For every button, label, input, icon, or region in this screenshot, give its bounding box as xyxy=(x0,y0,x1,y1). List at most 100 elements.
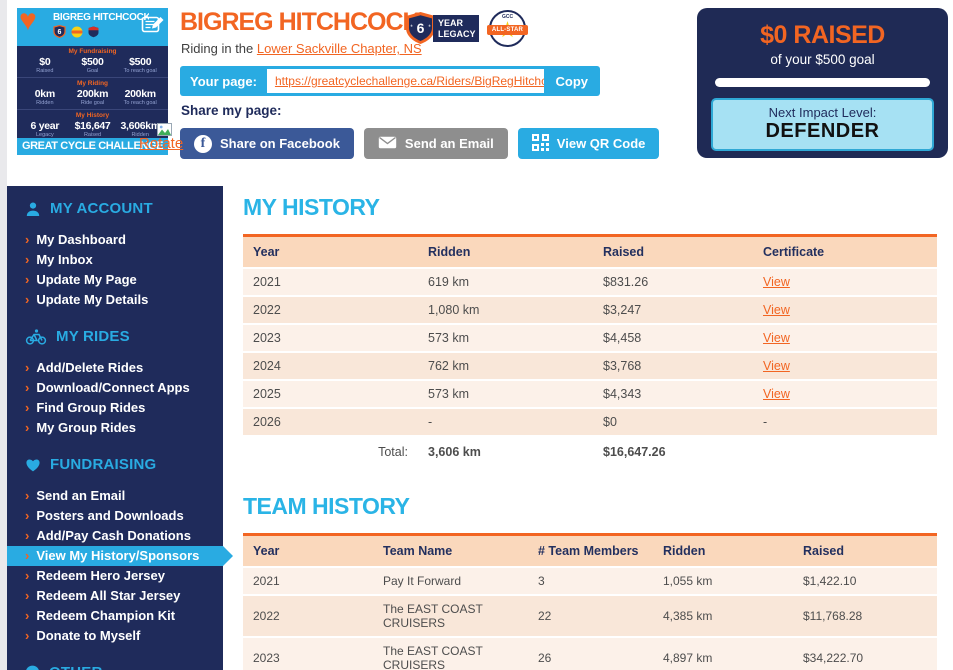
table-cell: 2026 xyxy=(243,408,418,436)
my-history-table: YearRiddenRaisedCertificate2021619 km$83… xyxy=(243,234,937,469)
sidebar-item-my-inbox[interactable]: ›My Inbox xyxy=(7,250,223,270)
profile-stat-section: My Riding0kmRidden200kmRide goal200kmTo … xyxy=(17,77,168,109)
table-cell: View xyxy=(753,324,937,352)
profile-card-name: BIGREG HITCHCOCK xyxy=(53,12,149,23)
view-certificate-link[interactable]: View xyxy=(763,331,790,345)
sidebar-item-label: Send an Email xyxy=(36,488,125,504)
sidebar-item-label: Update My Details xyxy=(36,292,148,308)
sidebar-item-label: Redeem Hero Jersey xyxy=(36,568,165,584)
chevron-right-icon: › xyxy=(25,588,29,604)
view-certificate-link[interactable]: View xyxy=(763,303,790,317)
cell-text: $3,768 xyxy=(603,359,641,373)
sidebar-item-posters-and-downloads[interactable]: ›Posters and Downloads xyxy=(7,506,223,526)
profile-stat-caption: Raised xyxy=(21,68,69,74)
sidebar-item-label: Update My Page xyxy=(36,272,136,288)
sidebar-item-download-connect-apps[interactable]: ›Download/Connect Apps xyxy=(7,378,223,398)
profile-stat-caption: Ride goal xyxy=(69,100,117,106)
sidebar-item-label: Add/Pay Cash Donations xyxy=(36,528,191,544)
profile-stat-value: 200km xyxy=(116,88,164,100)
profile-card-header: ♥ BIGREG HITCHCOCK 6 xyxy=(17,8,168,46)
cell-text: 619 km xyxy=(428,275,469,289)
cell-text: 573 km xyxy=(428,331,469,345)
raised-panel: $0 RAISED of your $500 goal Next Impact … xyxy=(697,8,948,158)
rotate-link[interactable]: Rotate xyxy=(139,135,183,152)
column-header-ridden: Ridden xyxy=(418,236,593,269)
profile-stat-value: $500 xyxy=(116,56,164,68)
sidebar-item-add-pay-cash-donations[interactable]: › Add/Pay Cash Donations xyxy=(7,526,223,546)
sidebar-item-label: My Inbox xyxy=(36,252,92,268)
total-ridden: 3,606 km xyxy=(418,436,593,468)
chevron-right-icon: › xyxy=(25,488,29,504)
sidebar-item-donate-to-myself[interactable]: ›Donate to Myself xyxy=(7,626,223,646)
sidebar-item-send-an-email[interactable]: › Send an Email xyxy=(7,486,223,506)
table-cell: 1,080 km xyxy=(418,296,593,324)
sidebar-section-label: OTHER xyxy=(49,664,103,670)
cell-text: $4,458 xyxy=(603,331,641,345)
user-icon xyxy=(25,201,41,217)
view-qr-button[interactable]: View QR Code xyxy=(518,128,660,159)
sidebar-item-redeem-champion-kit[interactable]: ›Redeem Champion Kit xyxy=(7,606,223,626)
table-cell: $34,222.70 xyxy=(793,637,937,670)
sidebar-item-update-my-page[interactable]: ›Update My Page xyxy=(7,270,223,290)
table-cell: 762 km xyxy=(418,352,593,380)
sidebar-item-label: My Dashboard xyxy=(36,232,126,248)
send-email-button[interactable]: Send an Email xyxy=(364,128,508,159)
table-row: 2023573 km$4,458View xyxy=(243,324,937,352)
table-cell: The EAST COAST CRUISERS xyxy=(373,595,528,637)
table-cell: 4,897 km xyxy=(653,637,793,670)
sidebar-section-header: MY ACCOUNT xyxy=(25,200,223,217)
sidebar-section-label: FUNDRAISING xyxy=(50,456,156,473)
allstar-ribbon-label: ALL-STAR xyxy=(487,25,528,35)
sidebar-item-view-my-history-sponsors[interactable]: ›View My History/Sponsors xyxy=(7,546,223,566)
fundraising-progress-bar xyxy=(715,78,930,87)
heart-icon xyxy=(25,458,41,472)
profile-stat-caption: Ridden xyxy=(21,100,69,106)
page-url-link[interactable]: https://greatcyclechallenge.ca/Riders/Bi… xyxy=(275,74,544,88)
sidebar-item-label: View My History/Sponsors xyxy=(36,548,199,564)
sidebar-item-my-group-rides[interactable]: ›My Group Rides xyxy=(7,418,223,438)
view-certificate-link[interactable]: View xyxy=(763,275,790,289)
cell-text: $4,343 xyxy=(603,387,641,401)
sidebar-item-redeem-hero-jersey[interactable]: ›Redeem Hero Jersey xyxy=(7,566,223,586)
view-certificate-link[interactable]: View xyxy=(763,359,790,373)
sidebar-item-my-dashboard[interactable]: › My Dashboard xyxy=(7,230,223,250)
cell-text: 762 km xyxy=(428,359,469,373)
cell-text: $831.26 xyxy=(603,275,648,289)
table-cell: $4,458 xyxy=(593,324,753,352)
cell-text: 2024 xyxy=(253,359,281,373)
next-impact-box: Next Impact Level: DEFENDER xyxy=(711,98,934,151)
cell-text: 573 km xyxy=(428,387,469,401)
table-cell: 573 km xyxy=(418,324,593,352)
edit-card-icon[interactable] xyxy=(141,14,165,42)
table-cell: $1,422.10 xyxy=(793,567,937,595)
table-cell: $831.26 xyxy=(593,268,753,296)
cell-text: $0 xyxy=(603,415,617,429)
view-certificate-link[interactable]: View xyxy=(763,387,790,401)
profile-stat-caption: To reach goal xyxy=(116,100,164,106)
profile-stat: 0kmRidden xyxy=(21,88,69,106)
raised-goal-text: of your $500 goal xyxy=(697,52,948,67)
chevron-right-icon: › xyxy=(25,528,29,544)
sidebar-item-update-my-details[interactable]: › Update My Details xyxy=(7,290,223,310)
table-header-row: YearRiddenRaisedCertificate xyxy=(243,236,937,269)
chevron-right-icon: › xyxy=(25,292,29,308)
view-qr-label: View QR Code xyxy=(557,136,646,151)
table-cell: 2022 xyxy=(243,595,373,637)
chapter-link[interactable]: Lower Sackville Chapter, NS xyxy=(257,41,422,56)
left-edge-strip xyxy=(0,0,7,670)
sidebar-item-redeem-all-star-jersey[interactable]: ›Redeem All Star Jersey xyxy=(7,586,223,606)
chevron-right-icon: › xyxy=(25,232,29,248)
table-cell: View xyxy=(753,352,937,380)
column-header-certificate: Certificate xyxy=(753,236,937,269)
profile-stat-value: 6 year xyxy=(21,120,69,132)
profile-stat-caption: To reach goal xyxy=(116,68,164,74)
send-email-label: Send an Email xyxy=(405,136,494,151)
chevron-right-icon: › xyxy=(25,360,29,376)
share-facebook-button[interactable]: f Share on Facebook xyxy=(180,128,354,159)
cell-text: Pay It Forward xyxy=(383,574,461,588)
cell-text: - xyxy=(763,415,767,429)
sidebar-item-find-group-rides[interactable]: ›Find Group Rides xyxy=(7,398,223,418)
sidebar-item-add-delete-rides[interactable]: ›Add/Delete Rides xyxy=(7,358,223,378)
copy-button[interactable]: Copy xyxy=(544,66,601,96)
qr-code-icon xyxy=(532,134,549,154)
